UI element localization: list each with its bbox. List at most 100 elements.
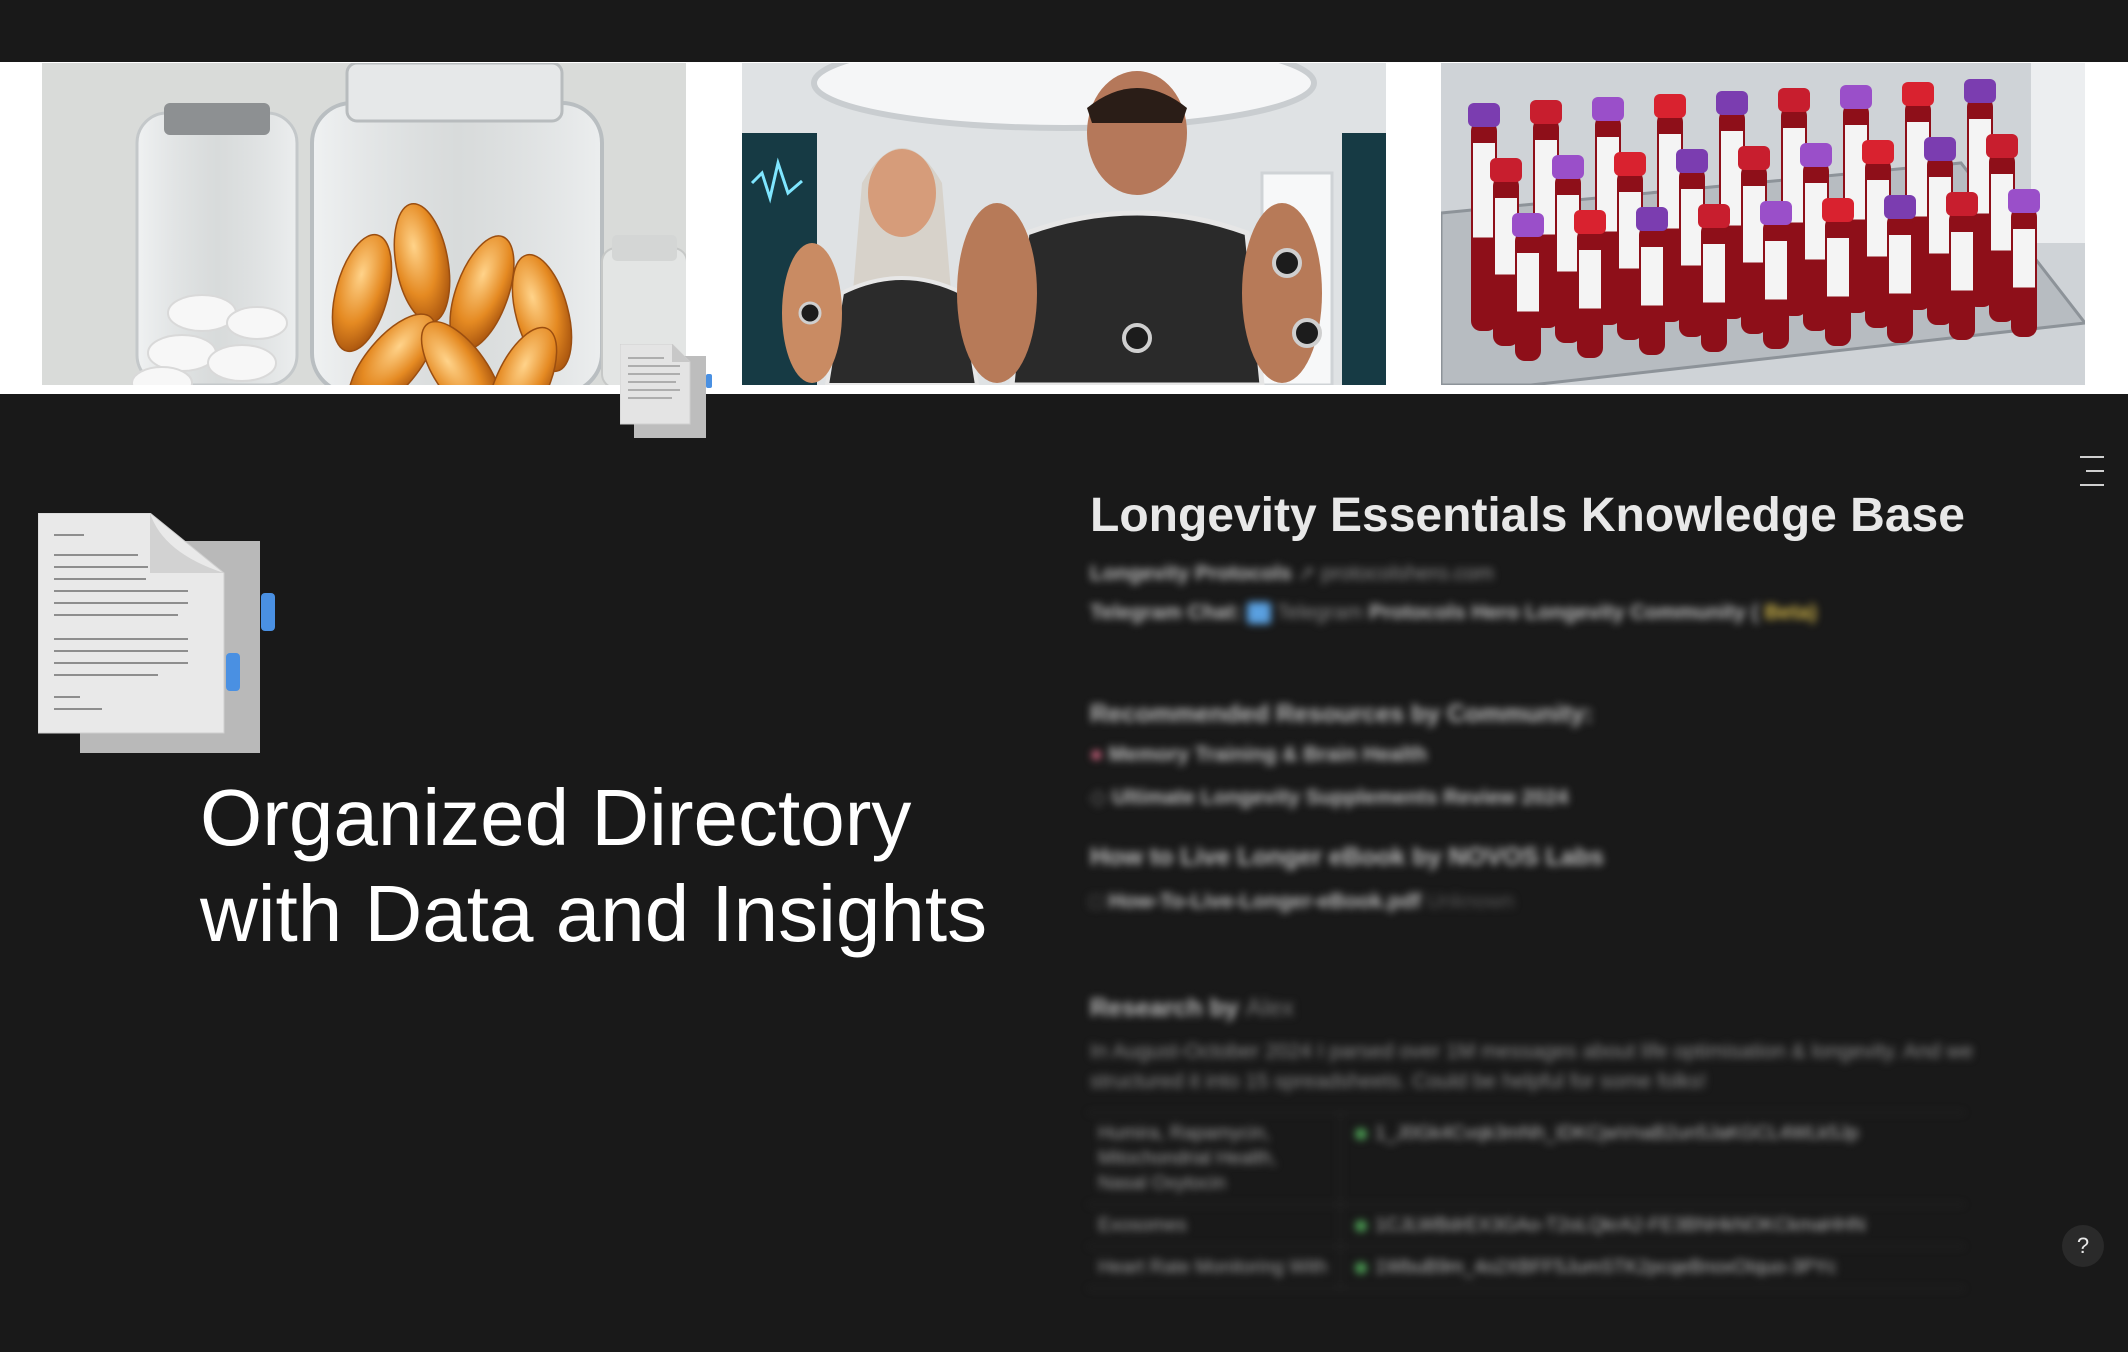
tube-cap [1760,201,1792,225]
tube-cap [1738,146,1770,170]
resource-item-brain[interactable]: ● Memory Training & Brain Health [1090,743,1427,767]
telegram-beta: Beta) [1764,601,1817,624]
research-text-1: In August-October 2024 I parsed over 1M … [1090,1040,1974,1063]
table-cell-topic: Humira, Rapamycin, Mitochondrial Health,… [1088,1113,1341,1204]
resource-label: Memory Training & Brain Health [1108,743,1428,766]
telegram-link[interactable]: Protocols Hero Longevity Community ( [1369,601,1759,624]
tube-cap [1636,207,1668,231]
research-text-2: structured it into 15 spreadsheets. Coul… [1090,1070,1707,1093]
tube-cap [1986,134,2018,158]
tube-cap [1654,94,1686,118]
tube-cap [1862,140,1894,164]
tube-cap [1592,97,1624,121]
tube-label [1517,253,1539,312]
tube-cap [1490,158,1522,182]
tube-label [1827,238,1849,297]
tube-cap [1716,91,1748,115]
tube-cap [1800,143,1832,167]
table-row: Humira, Rapamycin, Mitochondrial Health,… [1088,1113,1964,1205]
research-heading-label: Research by [1090,994,1239,1022]
table-of-contents-button[interactable] [2080,456,2104,496]
ebook-file-item[interactable]: □ How-To-Live-Longer-eBook.pdf Unknown [1090,890,1514,914]
tube-label [1867,180,1889,257]
ebook-file-size: Unknown [1426,890,1515,913]
tube-label [1929,177,1951,254]
protocols-label: Longevity Protocols [1090,562,1292,585]
protocols-line: Longevity Protocols ➚ protocolshero.com [1090,561,1494,586]
blood-tubes-photo [1441,63,2085,385]
tube-cap [1552,155,1584,179]
tube-label [1765,241,1787,300]
tube-label [1743,186,1765,263]
tube-cap [1946,192,1978,216]
table-cell-sheet[interactable]: 1WbuB9m_4o2XBFF5JumSTK2pcqeBnoxOIquo-3PY… [1341,1247,1964,1288]
headline-line-1: Organized Directory [200,773,912,862]
sheet-link[interactable]: 1CJLWBdrEX3GAo-T2oLQkrA2-FE3BNHkNOKCkmaH… [1375,1215,1866,1236]
telegram-label: Telegram Chat: [1090,601,1242,624]
arrow-icon: ➚ [1297,562,1316,585]
protocols-link[interactable]: protocolshero.com [1321,562,1494,585]
tube-cap [1884,195,1916,219]
sheet-link[interactable]: 1_J0Gk4Cvqk3mNh_IDKCjwVnaB2un5JaKGCL4WLk… [1375,1123,1859,1144]
table-cell-topic: Exosomes [1088,1205,1341,1246]
telegram-line: Telegram Chat: Telegram Protocols Hero L… [1090,601,1817,625]
research-table: Humira, Rapamycin, Mitochondrial Health,… [1088,1112,1964,1289]
table-cell-topic: Heart Rate Monitoring With [1088,1247,1341,1288]
table-row: Exosomes 1CJLWBdrEX3GAo-T2oLQkrA2-FE3BNH… [1088,1205,1964,1247]
file-icon: □ [1090,890,1103,913]
table-cell-sheet[interactable]: 1CJLWBdrEX3GAo-T2oLQkrA2-FE3BNHkNOKCkmaH… [1341,1205,1964,1246]
telegram-icon-text: Telegram [1276,601,1363,624]
sheets-icon [1355,1219,1367,1232]
headline-line-2: with Data and Insights [200,869,988,958]
feature-headline: Organized Directory with Data and Insigh… [200,770,1020,962]
sheets-icon [1355,1127,1367,1140]
tube-label [1681,189,1703,266]
ebook-file-name: How-To-Live-Longer-eBook.pdf [1108,890,1421,913]
research-author[interactable]: Alex [1246,994,1295,1022]
resource-item-supplements[interactable]: ◇ Ultimate Longevity Supplements Review … [1090,785,1568,810]
tube-cap [2008,189,2040,213]
tube-cap [1574,210,1606,234]
tube-cap [1902,82,1934,106]
menu-line-icon [2080,456,2104,458]
sheets-icon [1355,1261,1367,1274]
tube-cap [1676,149,1708,173]
biohacker-figures-photo [742,63,1386,385]
tube-label [1951,232,1973,291]
document-illustration-icon [37,512,278,753]
tube-label [1557,195,1579,272]
table-cell-sheet[interactable]: 1_J0Gk4Cvqk3mNh_IDKCjwVnaB2un5JaKGCL4WLk… [1341,1113,1964,1204]
tube-label [1579,250,1601,309]
menu-line-icon [2086,470,2104,472]
table-row: Heart Rate Monitoring With 1WbuB9m_4o2XB… [1088,1247,1964,1289]
tube-cap [1924,137,1956,161]
knowledge-base-preview: Longevity Essentials Knowledge Base [1090,488,1990,543]
tube-cap [1778,88,1810,112]
tube-cap [1964,79,1996,103]
tube-cap [1530,100,1562,124]
recommended-heading: Recommended Resources by Community: [1090,700,1593,728]
pill-icon: ◇ [1090,786,1107,809]
tube-cap [1840,85,1872,109]
tube-label [1495,198,1517,275]
supplement-jars-photo [42,63,686,385]
tube-label [1619,192,1641,269]
help-button[interactable]: ? [2062,1225,2104,1267]
knowledge-base-title: Longevity Essentials Knowledge Base [1090,489,1965,542]
tube-cap [1698,204,1730,228]
tube-label [1473,143,1495,238]
document-stack-icon [619,343,712,440]
tube-label [2013,229,2035,288]
telegram-icon [1247,602,1272,625]
tube-label [1703,244,1725,303]
tube-label [1805,183,1827,260]
ebook-heading: How to Live Longer eBook by NOVOS Labs [1090,843,1604,871]
sheet-link[interactable]: 1WbuB9m_4o2XBFF5JumSTK2pcqeBnoxOIquo-3PY… [1375,1257,1837,1278]
tube-cap [1614,152,1646,176]
banner-gallery [0,62,2128,394]
tube-cap [1512,213,1544,237]
tube-cap [1468,103,1500,127]
menu-line-icon [2080,484,2104,486]
tube-label [1889,235,1911,294]
tube-label [1991,174,2013,251]
